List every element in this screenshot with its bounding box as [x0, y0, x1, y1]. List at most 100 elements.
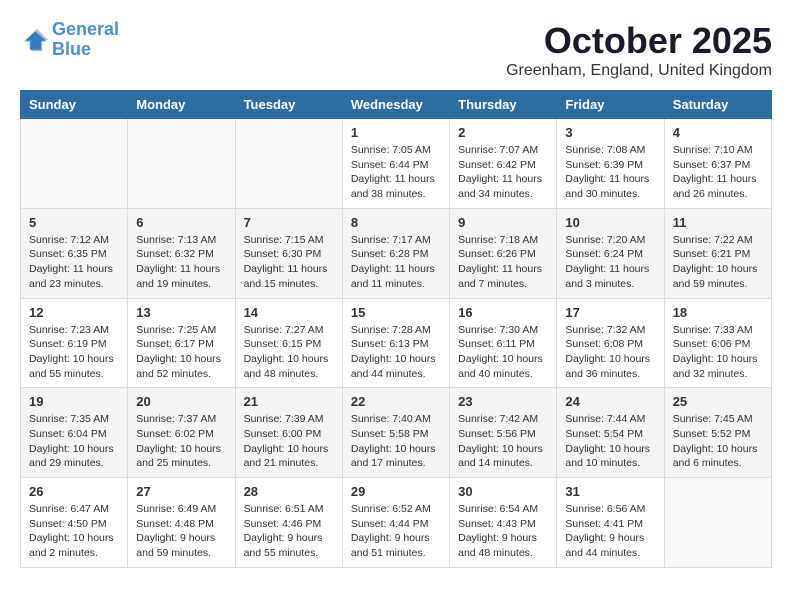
day-info: Sunrise: 7:22 AM Sunset: 6:21 PM Dayligh…	[673, 233, 763, 292]
calendar-cell: 12Sunrise: 7:23 AM Sunset: 6:19 PM Dayli…	[21, 298, 128, 388]
day-info: Sunrise: 7:07 AM Sunset: 6:42 PM Dayligh…	[458, 143, 548, 202]
day-number: 5	[29, 215, 119, 230]
day-number: 3	[565, 125, 655, 140]
day-number: 11	[673, 215, 763, 230]
day-number: 7	[244, 215, 334, 230]
day-info: Sunrise: 7:40 AM Sunset: 5:58 PM Dayligh…	[351, 412, 441, 471]
calendar-cell: 7 Sunrise: 7:15 AM Sunset: 6:30 PM Daylig…	[235, 208, 342, 298]
logo-icon	[20, 26, 48, 54]
location: Greenham, England, United Kingdom	[506, 62, 772, 80]
day-info: Sunrise: 7:15 AM Sunset: 6:30 PM Dayligh…	[244, 233, 334, 292]
calendar-header-row: SundayMondayTuesdayWednesdayThursdayFrid…	[21, 91, 772, 119]
day-number: 22	[351, 394, 441, 409]
calendar-table: SundayMondayTuesdayWednesdayThursdayFrid…	[20, 90, 772, 568]
weekday-header-saturday: Saturday	[664, 91, 771, 119]
day-number: 19	[29, 394, 119, 409]
day-info: Sunrise: 7:39 AM Sunset: 6:00 PM Dayligh…	[244, 412, 334, 471]
logo-text-line2: Blue	[52, 40, 119, 60]
day-number: 13	[136, 305, 226, 320]
calendar-cell	[235, 119, 342, 209]
calendar-cell	[664, 478, 771, 568]
calendar-cell: 10Sunrise: 7:20 AM Sunset: 6:24 PM Dayli…	[557, 208, 664, 298]
day-info: Sunrise: 6:51 AM Sunset: 4:46 PM Dayligh…	[244, 502, 334, 561]
weekday-header-wednesday: Wednesday	[342, 91, 449, 119]
calendar-cell: 30 Sunrise: 6:54 AM Sunset: 4:43 PM Dayli…	[450, 478, 557, 568]
calendar-week-5: 26 Sunrise: 6:47 AM Sunset: 4:50 PM Dayli…	[21, 478, 772, 568]
day-info: Sunrise: 7:12 AM Sunset: 6:35 PM Dayligh…	[29, 233, 119, 292]
day-number: 16	[458, 305, 548, 320]
day-info: Sunrise: 7:27 AM Sunset: 6:15 PM Dayligh…	[244, 323, 334, 382]
day-number: 10	[565, 215, 655, 230]
calendar-cell: 24 Sunrise: 7:44 AM Sunset: 5:54 PM Dayli…	[557, 388, 664, 478]
calendar-cell	[128, 119, 235, 209]
calendar-week-4: 19 Sunrise: 7:35 AM Sunset: 6:04 PM Dayli…	[21, 388, 772, 478]
logo-text-line1: General	[52, 20, 119, 40]
day-info: Sunrise: 7:13 AM Sunset: 6:32 PM Dayligh…	[136, 233, 226, 292]
day-info: Sunrise: 6:54 AM Sunset: 4:43 PM Dayligh…	[458, 502, 548, 561]
day-info: Sunrise: 7:28 AM Sunset: 6:13 PM Dayligh…	[351, 323, 441, 382]
day-info: Sunrise: 7:35 AM Sunset: 6:04 PM Dayligh…	[29, 412, 119, 471]
day-info: Sunrise: 7:44 AM Sunset: 5:54 PM Dayligh…	[565, 412, 655, 471]
day-number: 18	[673, 305, 763, 320]
day-number: 26	[29, 484, 119, 499]
calendar-cell: 1 Sunrise: 7:05 AM Sunset: 6:44 PM Daylig…	[342, 119, 449, 209]
day-number: 9	[458, 215, 548, 230]
weekday-header-thursday: Thursday	[450, 91, 557, 119]
month-title: October 2025	[506, 20, 772, 62]
day-number: 12	[29, 305, 119, 320]
day-info: Sunrise: 7:08 AM Sunset: 6:39 PM Dayligh…	[565, 143, 655, 202]
day-number: 2	[458, 125, 548, 140]
day-info: Sunrise: 7:18 AM Sunset: 6:26 PM Dayligh…	[458, 233, 548, 292]
title-block: October 2025 Greenham, England, United K…	[506, 20, 772, 80]
calendar-cell: 2 Sunrise: 7:07 AM Sunset: 6:42 PM Daylig…	[450, 119, 557, 209]
calendar-cell: 31Sunrise: 6:56 AM Sunset: 4:41 PM Dayli…	[557, 478, 664, 568]
day-info: Sunrise: 7:33 AM Sunset: 6:06 PM Dayligh…	[673, 323, 763, 382]
calendar-cell: 21Sunrise: 7:39 AM Sunset: 6:00 PM Dayli…	[235, 388, 342, 478]
day-info: Sunrise: 7:32 AM Sunset: 6:08 PM Dayligh…	[565, 323, 655, 382]
calendar-cell: 15 Sunrise: 7:28 AM Sunset: 6:13 PM Dayli…	[342, 298, 449, 388]
calendar-cell: 8 Sunrise: 7:17 AM Sunset: 6:28 PM Daylig…	[342, 208, 449, 298]
weekday-header-sunday: Sunday	[21, 91, 128, 119]
calendar-cell: 11 Sunrise: 7:22 AM Sunset: 6:21 PM Dayli…	[664, 208, 771, 298]
calendar-week-2: 5 Sunrise: 7:12 AM Sunset: 6:35 PM Daylig…	[21, 208, 772, 298]
day-info: Sunrise: 6:47 AM Sunset: 4:50 PM Dayligh…	[29, 502, 119, 561]
day-info: Sunrise: 7:45 AM Sunset: 5:52 PM Dayligh…	[673, 412, 763, 471]
day-number: 8	[351, 215, 441, 230]
calendar-cell: 22 Sunrise: 7:40 AM Sunset: 5:58 PM Dayli…	[342, 388, 449, 478]
calendar-cell: 20Sunrise: 7:37 AM Sunset: 6:02 PM Dayli…	[128, 388, 235, 478]
day-number: 24	[565, 394, 655, 409]
page-header: General Blue October 2025 Greenham, Engl…	[20, 20, 772, 80]
calendar-cell: 17 Sunrise: 7:32 AM Sunset: 6:08 PM Dayli…	[557, 298, 664, 388]
day-number: 17	[565, 305, 655, 320]
day-info: Sunrise: 7:10 AM Sunset: 6:37 PM Dayligh…	[673, 143, 763, 202]
day-info: Sunrise: 6:56 AM Sunset: 4:41 PM Dayligh…	[565, 502, 655, 561]
calendar-cell: 6 Sunrise: 7:13 AM Sunset: 6:32 PM Daylig…	[128, 208, 235, 298]
day-number: 1	[351, 125, 441, 140]
calendar-cell: 19 Sunrise: 7:35 AM Sunset: 6:04 PM Dayli…	[21, 388, 128, 478]
calendar-cell: 28 Sunrise: 6:51 AM Sunset: 4:46 PM Dayli…	[235, 478, 342, 568]
day-info: Sunrise: 7:25 AM Sunset: 6:17 PM Dayligh…	[136, 323, 226, 382]
calendar-week-1: 1 Sunrise: 7:05 AM Sunset: 6:44 PM Daylig…	[21, 119, 772, 209]
calendar-week-3: 12Sunrise: 7:23 AM Sunset: 6:19 PM Dayli…	[21, 298, 772, 388]
day-info: Sunrise: 7:30 AM Sunset: 6:11 PM Dayligh…	[458, 323, 548, 382]
day-number: 15	[351, 305, 441, 320]
calendar-cell: 14 Sunrise: 7:27 AM Sunset: 6:15 PM Dayli…	[235, 298, 342, 388]
day-number: 25	[673, 394, 763, 409]
day-number: 30	[458, 484, 548, 499]
calendar-cell: 5 Sunrise: 7:12 AM Sunset: 6:35 PM Daylig…	[21, 208, 128, 298]
day-number: 6	[136, 215, 226, 230]
calendar-cell: 27Sunrise: 6:49 AM Sunset: 4:48 PM Dayli…	[128, 478, 235, 568]
day-number: 14	[244, 305, 334, 320]
day-number: 28	[244, 484, 334, 499]
weekday-header-friday: Friday	[557, 91, 664, 119]
weekday-header-monday: Monday	[128, 91, 235, 119]
day-number: 23	[458, 394, 548, 409]
calendar-cell	[21, 119, 128, 209]
day-info: Sunrise: 7:05 AM Sunset: 6:44 PM Dayligh…	[351, 143, 441, 202]
day-number: 20	[136, 394, 226, 409]
calendar-cell: 9 Sunrise: 7:18 AM Sunset: 6:26 PM Daylig…	[450, 208, 557, 298]
day-number: 29	[351, 484, 441, 499]
day-info: Sunrise: 7:17 AM Sunset: 6:28 PM Dayligh…	[351, 233, 441, 292]
calendar-cell: 13 Sunrise: 7:25 AM Sunset: 6:17 PM Dayli…	[128, 298, 235, 388]
calendar-cell: 23Sunrise: 7:42 AM Sunset: 5:56 PM Dayli…	[450, 388, 557, 478]
